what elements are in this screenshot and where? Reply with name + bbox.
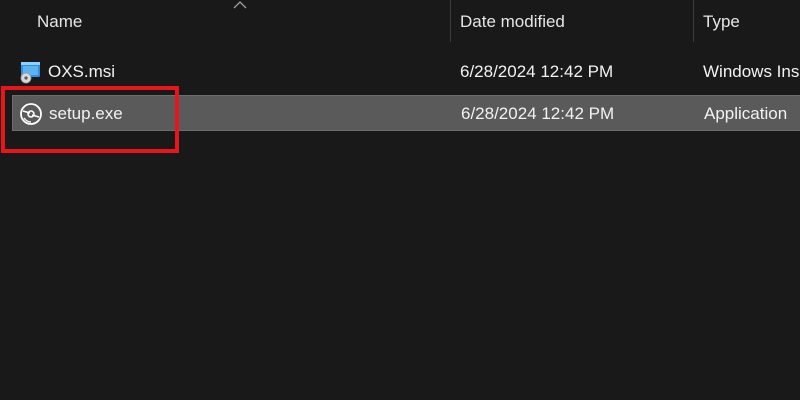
file-explorer-list: Name Date modified Type OXS.msi 6/28/202… [0, 0, 800, 400]
column-divider[interactable] [450, 0, 451, 42]
column-header-type[interactable]: Type [703, 0, 800, 44]
file-row-oxs-msi[interactable]: OXS.msi 6/28/2024 12:42 PM Windows Ins [12, 54, 800, 90]
file-name: setup.exe [49, 104, 123, 123]
setup-disc-icon [20, 103, 42, 125]
file-name: OXS.msi [48, 62, 116, 81]
file-row-setup-exe[interactable]: setup.exe 6/28/2024 12:42 PM Application [12, 95, 800, 131]
column-header-date-modified[interactable]: Date modified [460, 0, 688, 44]
column-header-name[interactable]: Name [37, 0, 445, 44]
column-header-row: Name Date modified Type [0, 0, 800, 44]
file-date-modified: 6/28/2024 12:42 PM [460, 62, 614, 81]
msi-installer-icon [20, 62, 40, 84]
file-type: Application [704, 104, 788, 123]
file-date-modified: 6/28/2024 12:42 PM [461, 104, 615, 123]
file-type: Windows Ins [703, 62, 800, 81]
column-divider[interactable] [693, 0, 694, 42]
